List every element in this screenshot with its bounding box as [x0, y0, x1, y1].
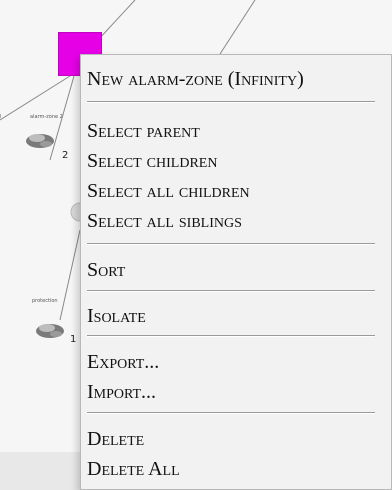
node-label: alarm-zone 2 [30, 114, 63, 120]
menu-separator [87, 412, 375, 414]
context-menu: New alarm-zone (Infinity) Select parent … [80, 54, 392, 490]
menu-item-delete-all[interactable]: Delete All [87, 459, 180, 479]
menu-item-select-children[interactable]: Select children [87, 151, 217, 171]
menu-item-select-all-children[interactable]: Select all children [87, 181, 250, 201]
menu-item-delete[interactable]: Delete [87, 429, 144, 449]
left-stub-label: l [0, 114, 2, 120]
menu-separator [87, 335, 375, 337]
node-count: 1 [70, 334, 77, 345]
menu-separator [87, 243, 375, 245]
menu-item-import[interactable]: Import... [87, 382, 156, 402]
device-gear-icon[interactable] [22, 128, 60, 152]
node-count: 2 [62, 150, 69, 161]
node-label: protection [32, 298, 58, 304]
device-gear-icon[interactable] [32, 318, 70, 342]
menu-item-export[interactable]: Export... [87, 352, 159, 372]
menu-item-sort[interactable]: Sort [87, 260, 125, 280]
menu-item-new-alarm-zone[interactable]: New alarm-zone (Infinity) [87, 69, 304, 89]
menu-separator [87, 290, 375, 292]
menu-item-select-all-siblings[interactable]: Select all siblings [87, 211, 242, 231]
menu-item-select-parent[interactable]: Select parent [87, 121, 200, 141]
menu-separator [87, 101, 375, 103]
menu-item-isolate[interactable]: Isolate [87, 306, 146, 326]
